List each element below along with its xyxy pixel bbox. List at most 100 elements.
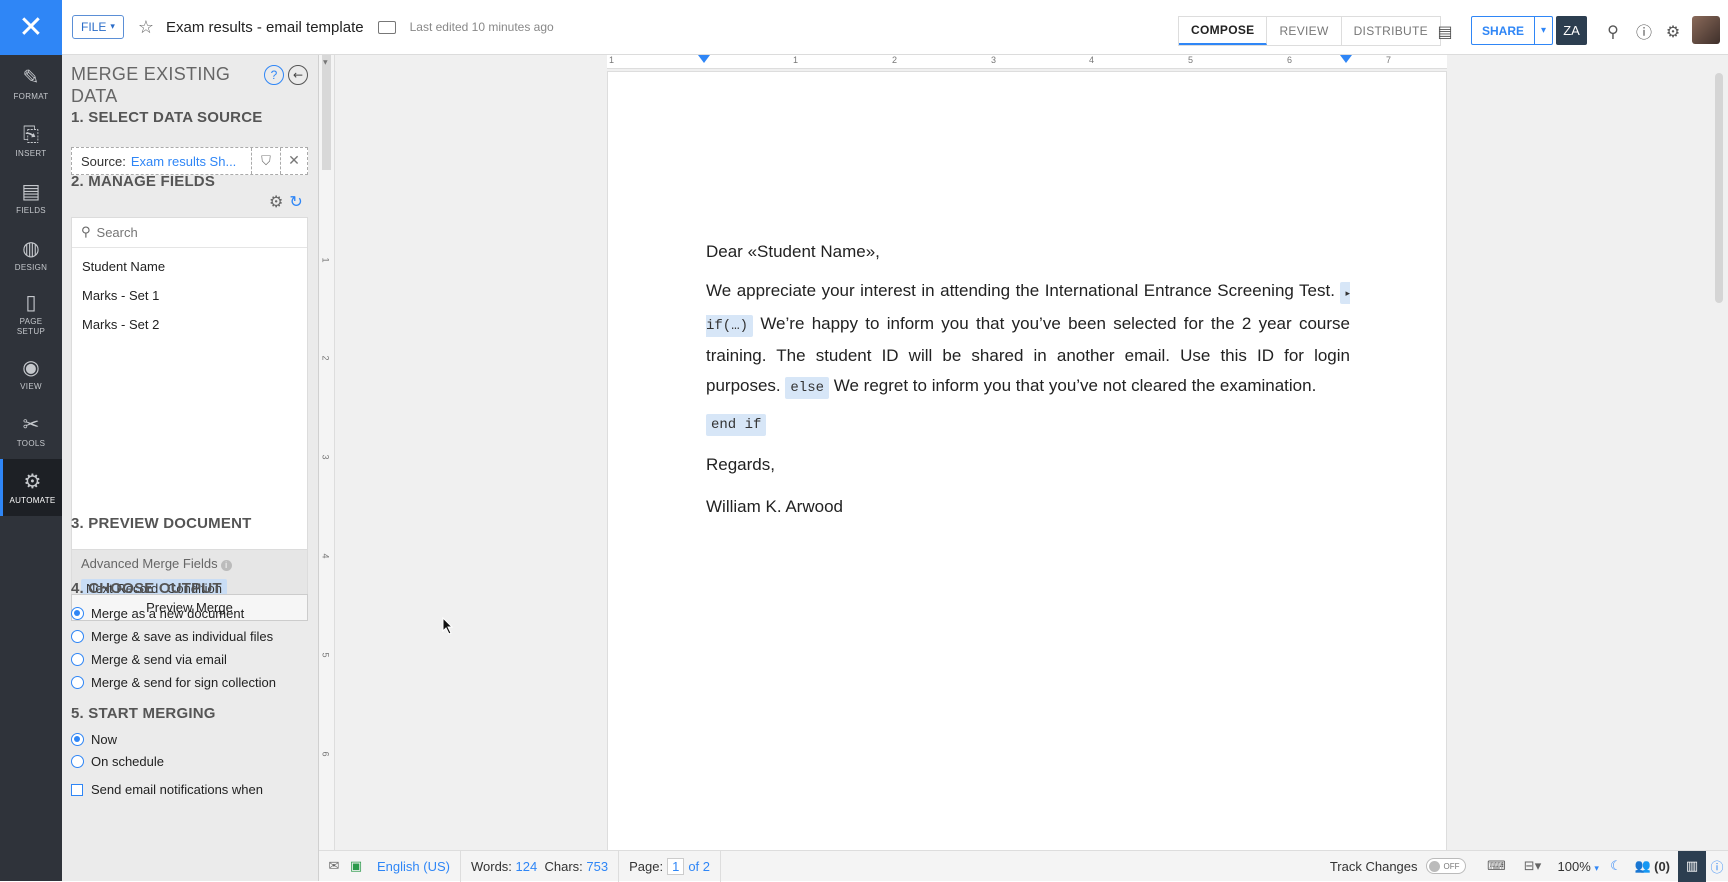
greeting[interactable]: Dear «Student Name», [706,242,1350,262]
closing[interactable]: Regards, [706,455,1350,475]
close-icon[interactable]: ✕ [0,0,62,55]
rail-label: AUTOMATE [9,495,56,505]
radio-button[interactable] [71,653,84,666]
track-changes-toggle[interactable]: OFF [1425,858,1466,874]
collaborator-count: (0) [1654,858,1670,874]
rail-item-insert[interactable]: ⎘ INSERT [0,112,62,169]
radio-button[interactable] [71,630,84,643]
gear-icon[interactable]: ⚙ [1658,16,1688,46]
collaborators[interactable]: 👥 (0) [1627,859,1678,874]
gear-icon[interactable]: ⚙ [269,192,283,211]
filter-icon[interactable]: ⛉ [251,148,280,174]
search-input[interactable] [96,225,277,240]
left-indent-marker[interactable] [698,55,710,63]
document-status-icon[interactable]: ▣ [345,859,367,874]
keyboard-icon[interactable]: ⌨ [1480,859,1514,874]
page-setup-icon: ▯ [25,290,37,314]
rail-label: VIEW [20,381,42,391]
radio-button[interactable] [71,676,84,689]
radio-label: Merge & send via email [91,652,227,667]
info-icon[interactable]: i [220,560,232,571]
close-icon[interactable]: ✕ [280,148,307,174]
ruler-tick: 4 [320,553,331,559]
back-icon[interactable]: ← [288,65,308,85]
signature[interactable]: William K. Arwood [706,497,1350,517]
top-toolbar: ✕ FILE ▾ ☆ Exam results - email template… [0,0,1728,55]
document-page[interactable]: Dear «Student Name», We appreciate your … [607,71,1447,850]
zoom-selector[interactable]: 100% ▾ [1552,859,1605,874]
language-selector[interactable]: English (US) [367,850,461,882]
notes-icon[interactable]: ▤ [1430,16,1460,46]
rail-item-view[interactable]: ◉ VIEW [0,345,62,402]
help-icon[interactable]: ⓘ [1706,857,1728,876]
radio-label: Merge as a new document [91,606,245,621]
start-on-schedule[interactable]: On schedule [71,754,164,769]
rail-item-page-setup[interactable]: ▯ PAGE SETUP [0,283,62,345]
ruler-toggle-icon[interactable]: ▸ [320,60,331,65]
else-tag[interactable]: else [785,377,830,399]
folder-icon[interactable] [377,20,396,34]
output-email[interactable]: Merge & send via email [71,652,227,667]
info-icon[interactable]: ⓘ [1629,16,1659,46]
rail-item-automate[interactable]: ⚙ AUTOMATE [0,459,62,516]
rail-label: PAGE SETUP [16,317,46,336]
tab-compose[interactable]: COMPOSE [1179,17,1268,45]
rail-item-fields[interactable]: ▤ FIELDS [0,169,62,226]
checkbox-label: Send email notifications when [91,782,263,797]
email-notification-option[interactable]: Send email notifications when [71,782,263,797]
list-item[interactable]: Marks - Set 2 [72,310,307,339]
status-bar: ✉ ▣ English (US) Words: 124 Chars: 753 P… [319,850,1728,882]
word-count[interactable]: Words: 124 Chars: 753 [461,850,620,882]
output-new-document[interactable]: Merge as a new document [71,606,244,621]
avatar[interactable] [1692,16,1720,44]
radio-button[interactable] [71,733,84,746]
right-indent-marker[interactable] [1340,55,1352,63]
if-tag-label: if(…) [706,318,749,334]
help-icon[interactable]: ? [264,65,284,85]
night-mode-icon[interactable]: ☾ [1605,859,1627,874]
page-number-input[interactable]: 1 [667,857,685,875]
source-selector[interactable]: Source: Exam results Sh... ⛉ ✕ [71,147,308,175]
source-value[interactable]: Exam results Sh... [131,154,238,169]
ruler-tick: 4 [1089,55,1095,65]
refresh-icon[interactable]: ↻ [289,192,302,211]
reading-view-icon[interactable]: ▥ [1678,850,1706,882]
else-text[interactable]: We regret to inform you that you’ve not … [834,376,1317,395]
translate-button[interactable]: ZA [1556,16,1587,45]
find-icon[interactable]: ⚲ [1598,16,1628,46]
tab-review[interactable]: REVIEW [1267,17,1342,45]
page-layout-icon[interactable]: ⊟▾ [1514,859,1552,874]
body-line[interactable]: We appreciate your interest in attending… [706,281,1335,300]
rail-label: FIELDS [16,205,46,215]
share-button[interactable]: SHARE ▾ [1471,16,1554,45]
radio-button[interactable] [71,755,84,768]
words-value: 124 [515,858,538,874]
body-paragraph[interactable]: We appreciate your interest in attending… [706,276,1350,403]
chevron-down-icon[interactable]: ▾ [1534,17,1552,44]
mouse-cursor-icon [442,617,454,635]
vertical-scrollbar[interactable] [1715,73,1723,303]
comment-icon[interactable]: ✉ [323,859,345,874]
list-item[interactable]: Student Name [72,252,307,281]
rail-item-design[interactable]: ◍ DESIGN [0,226,62,283]
file-menu-button[interactable]: FILE ▾ [72,15,124,39]
endif-tag[interactable]: end if [706,414,767,436]
words-label: Words: [470,858,512,874]
checkbox[interactable] [71,783,83,796]
output-sign-collection[interactable]: Merge & send for sign collection [71,675,276,690]
document-canvas: 1 1 2 3 4 5 6 7 Dear «Student Name», We … [335,55,1728,850]
rail-item-tools[interactable]: ✂ TOOLS [0,402,62,459]
ruler-tick: 5 [1188,55,1194,65]
document-body[interactable]: Dear «Student Name», We appreciate your … [706,242,1350,531]
ruler-tick: 6 [1287,55,1293,65]
track-changes[interactable]: Track Changes OFF [1330,858,1480,874]
output-individual-files[interactable]: Merge & save as individual files [71,629,273,644]
rail-item-format[interactable]: ✎ FORMAT [0,55,62,112]
start-now[interactable]: Now [71,732,117,747]
list-item[interactable]: Marks - Set 1 [72,281,307,310]
track-changes-label: Track Changes [1329,858,1418,874]
radio-button[interactable] [71,607,84,620]
document-title[interactable]: Exam results - email template [166,19,364,36]
tab-distribute[interactable]: DISTRIBUTE [1342,17,1440,45]
star-icon[interactable]: ☆ [138,17,154,38]
